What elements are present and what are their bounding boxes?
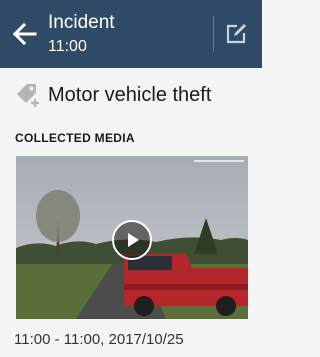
incident-type-row[interactable]: Motor vehicle theft bbox=[14, 80, 211, 110]
arrow-left-icon bbox=[12, 22, 37, 46]
back-button[interactable] bbox=[8, 18, 40, 50]
media-caption: 11:00 - 11:00, 2017/10/25 bbox=[14, 331, 184, 348]
collected-media-header: COLLECTED MEDIA bbox=[15, 131, 135, 145]
page-title: Incident bbox=[48, 12, 115, 33]
header-divider bbox=[213, 16, 214, 52]
play-button[interactable] bbox=[112, 220, 152, 260]
play-icon bbox=[128, 233, 139, 247]
edit-icon bbox=[226, 24, 246, 44]
media-thumbnail[interactable] bbox=[16, 156, 248, 319]
app-bar: Incident 11:00 bbox=[0, 0, 262, 68]
incident-screen: Incident 11:00 Motor vehicle theft COLLE… bbox=[0, 0, 262, 357]
page-subtitle-time: 11:00 bbox=[48, 38, 87, 55]
tag-add-icon bbox=[14, 81, 42, 109]
incident-type-label: Motor vehicle theft bbox=[48, 83, 212, 106]
edit-button[interactable] bbox=[222, 20, 250, 48]
